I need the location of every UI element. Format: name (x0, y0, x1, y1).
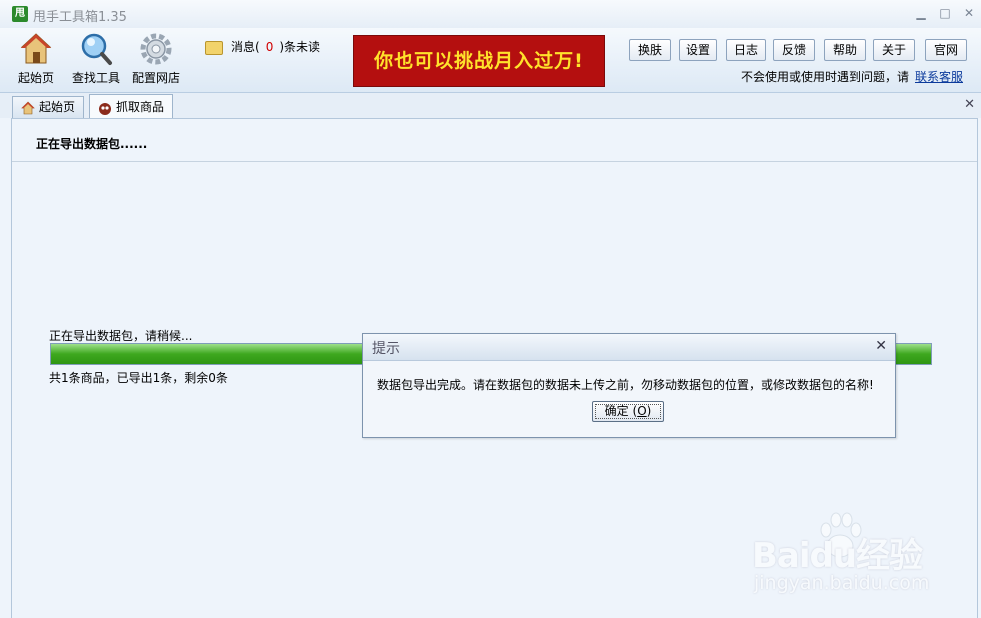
tab-fetch-label: 抓取商品 (116, 100, 165, 114)
message-count: 0 (265, 40, 274, 54)
find-tools-button[interactable]: 查找工具 (72, 32, 120, 86)
dialog-message: 数据包导出完成。请在数据包的数据未上传之前，勿移动数据包的位置，或修改数据包的名… (377, 378, 874, 392)
export-status: 正在导出数据包...... (36, 137, 148, 151)
progress-label: 正在导出数据包，请稍候... (49, 329, 193, 343)
dialog-close-icon[interactable]: ✕ (875, 338, 887, 354)
ok-key-close: ) (646, 404, 652, 418)
find-tools-label: 查找工具 (72, 71, 121, 85)
product-icon (98, 100, 112, 115)
help-text: 不会使用或使用时遇到问题，请 联系客服 (741, 68, 963, 85)
tab-home-label: 起始页 (39, 100, 76, 114)
notice-dialog: 提示 ✕ 数据包导出完成。请在数据包的数据未上传之前，勿移动数据包的位置，或修改… (362, 333, 896, 438)
about-button[interactable]: 关于 (873, 39, 915, 61)
ok-key-open: ( (628, 404, 638, 418)
help-button[interactable]: 帮助 (824, 39, 866, 61)
dialog-header: 提示 ✕ (363, 334, 895, 361)
app-logo-icon: 甩 (12, 6, 28, 22)
log-button[interactable]: 日志 (726, 39, 766, 61)
contact-support-link[interactable]: 联系客服 (915, 70, 963, 84)
dialog-title: 提示 (372, 341, 400, 357)
settings-button[interactable]: 设置 (679, 39, 717, 61)
message-prefix: 消息( (231, 40, 260, 54)
magnifier-icon (79, 32, 113, 66)
message-indicator[interactable]: 消息( 0 )条未读 (205, 38, 320, 55)
tab-strip: 起始页 抓取商品 ✕ (0, 93, 981, 119)
maximize-button[interactable]: □ (936, 5, 954, 21)
divider (12, 161, 977, 162)
mail-icon (205, 40, 223, 55)
house-icon (21, 101, 35, 115)
website-button[interactable]: 官网 (925, 39, 967, 61)
close-button[interactable]: ✕ (960, 5, 978, 21)
help-prompt: 不会使用或使用时遇到问题，请 (740, 70, 909, 84)
home-tool-button[interactable]: 起始页 (18, 32, 54, 86)
tab-fetch-products[interactable]: 抓取商品 (89, 94, 174, 119)
feedback-button[interactable]: 反馈 (773, 39, 815, 61)
home-tool-label: 起始页 (18, 71, 55, 85)
watermark-url: jingyan.baidu.com (754, 572, 930, 594)
skin-button[interactable]: 换肤 (629, 39, 671, 61)
ok-button[interactable]: 确定 (O) (592, 401, 664, 422)
house-icon (19, 32, 53, 66)
config-store-label: 配置网店 (132, 71, 181, 85)
watermark: Baidu经验 jingyan.baidu.com (752, 508, 972, 608)
tab-home[interactable]: 起始页 (12, 96, 85, 118)
ok-label: 确定 (604, 404, 629, 418)
watermark-brand: Baidu经验 (752, 536, 923, 576)
window-title: 甩手工具箱1.35 (33, 10, 127, 25)
ok-key: O (637, 404, 647, 418)
toolbar: 起始页 查找工具 配置网店 消息( 0 )条未读 你也可以挑战月入过万! 换肤 设置… (0, 28, 981, 93)
tab-close-icon[interactable]: ✕ (964, 97, 975, 112)
gear-icon (139, 32, 173, 66)
promo-banner[interactable]: 你也可以挑战月入过万! (353, 35, 605, 87)
message-suffix: )条未读 (279, 40, 321, 54)
title-bar: 甩 甩手工具箱1.35 ▁ □ ✕ (0, 0, 981, 29)
progress-count: 共1条商品，已导出1条，剩余0条 (49, 371, 228, 385)
config-store-button[interactable]: 配置网店 (132, 32, 180, 86)
minimize-button[interactable]: ▁ (912, 5, 930, 21)
